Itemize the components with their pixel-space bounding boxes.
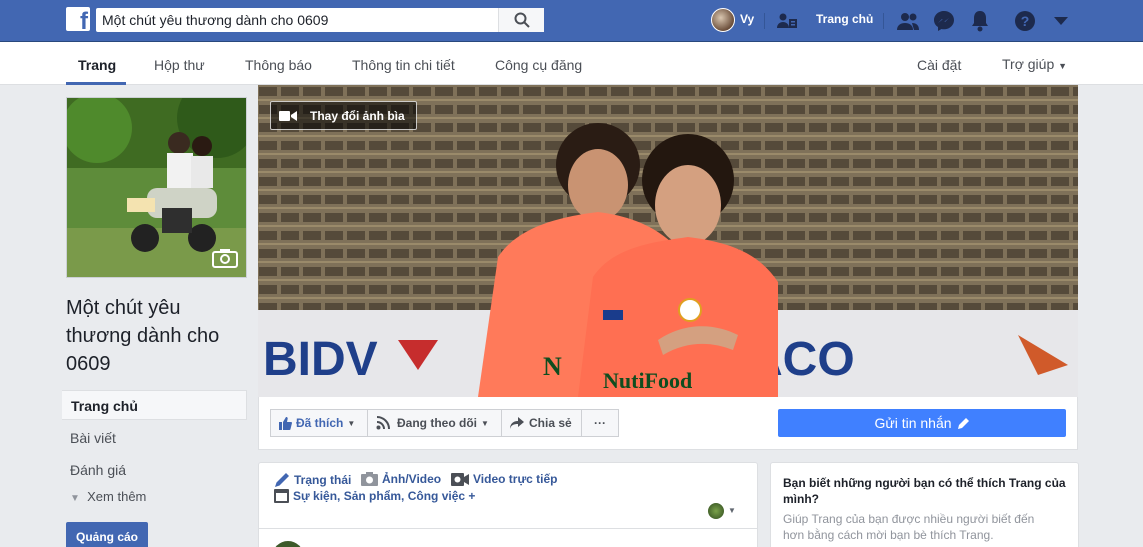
- invite-title: Bạn biết những người bạn có thể thích Tr…: [783, 476, 1066, 506]
- live-video-option[interactable]: Video trực tiếp: [451, 472, 558, 486]
- following-button[interactable]: Đang theo dõi ▼: [367, 409, 502, 437]
- see-more-label: Xem thêm: [87, 489, 147, 504]
- chevron-down-icon: ▼: [347, 418, 356, 428]
- more-post-types-option[interactable]: Sự kiện, Sản phẩm, Công việc +: [274, 488, 475, 503]
- page-title: Một chút yêu thương dành cho 0609: [66, 297, 220, 375]
- change-cover-button[interactable]: Thay đổi ảnh bìa: [270, 101, 417, 130]
- video-camera-icon: [279, 110, 297, 121]
- photo-video-label: Ảnh/Video: [382, 472, 442, 486]
- help-label: Trợ giúp: [1002, 56, 1055, 72]
- see-more-link[interactable]: ▼ Xem thêm: [70, 489, 146, 504]
- liked-label: Đã thích: [296, 416, 344, 430]
- chevron-down-icon: ▼: [1058, 61, 1068, 71]
- ads-button[interactable]: Quảng cáo: [66, 522, 148, 547]
- tab-settings[interactable]: Cài đặt: [917, 57, 961, 73]
- sidebar-item-reviews[interactable]: Đánh giá: [70, 462, 126, 478]
- more-button[interactable]: ···: [581, 409, 619, 437]
- tab-publishing-tools[interactable]: Công cụ đăng: [495, 57, 582, 73]
- photo-video-option[interactable]: Ảnh/Video: [361, 472, 441, 486]
- composer-avatar[interactable]: [708, 503, 724, 519]
- help-icon[interactable]: ?: [1013, 9, 1037, 33]
- camera-icon[interactable]: [212, 248, 238, 273]
- liked-button[interactable]: Đã thích ▼: [270, 409, 368, 437]
- search-input[interactable]: [102, 9, 502, 31]
- share-label: Chia sẻ: [529, 416, 572, 430]
- bidv-sign: BIDV: [263, 333, 378, 386]
- dropdown-arrow-icon[interactable]: [1049, 9, 1073, 33]
- find-friends-icon[interactable]: [775, 9, 799, 33]
- facebook-logo-icon[interactable]: f: [66, 7, 90, 31]
- share-arrow-icon: [510, 417, 524, 429]
- send-message-label: Gửi tin nhắn: [874, 415, 952, 431]
- status-label: Trạng thái: [294, 473, 352, 487]
- tab-page[interactable]: Trang: [78, 57, 116, 73]
- svg-text:?: ?: [1021, 13, 1030, 29]
- camera-icon: [361, 472, 378, 486]
- status-option[interactable]: Trạng thái: [274, 472, 351, 488]
- rss-icon: [376, 416, 390, 430]
- cover-photo-image: BIDV ACO N NutiFood: [258, 85, 1078, 397]
- sidebar-item-posts[interactable]: Bài viết: [70, 430, 116, 446]
- topbar-divider: [764, 13, 765, 29]
- notifications-icon[interactable]: [968, 9, 992, 33]
- search-icon: [514, 12, 530, 28]
- tab-insights[interactable]: Thông tin chi tiết: [352, 57, 455, 73]
- chevron-down-icon: ▼: [481, 418, 489, 428]
- active-tab-indicator: [66, 82, 126, 85]
- shirt-logo-partial: N: [543, 352, 562, 381]
- shirt-logo: NutiFood: [603, 368, 692, 393]
- more-post-types-label: Sự kiện, Sản phẩm, Công việc +: [293, 488, 476, 503]
- friend-requests-icon[interactable]: [896, 9, 920, 33]
- live-video-label: Video trực tiếp: [473, 472, 558, 486]
- search-bar: [96, 8, 544, 32]
- tab-notifications[interactable]: Thông báo: [245, 57, 312, 73]
- pencil-icon: [957, 418, 969, 429]
- following-label: Đang theo dõi: [397, 416, 477, 430]
- chevron-down-icon[interactable]: ▼: [728, 506, 736, 515]
- tab-inbox[interactable]: Hộp thư: [154, 57, 205, 73]
- change-cover-label: Thay đổi ảnh bìa: [310, 108, 405, 123]
- sidebar-item-home[interactable]: Trang chủ: [62, 390, 247, 420]
- pencil-icon: [275, 473, 289, 487]
- calendar-icon: [274, 489, 289, 503]
- home-link[interactable]: Trang chủ: [816, 12, 873, 26]
- send-message-button[interactable]: Gửi tin nhắn: [778, 409, 1066, 437]
- messenger-icon[interactable]: [932, 9, 956, 33]
- thumbs-up-icon: [279, 416, 292, 430]
- cover-photo[interactable]: BIDV ACO N NutiFood: [258, 85, 1078, 397]
- chevron-down-icon: ▼: [70, 493, 80, 504]
- more-dots-icon: ···: [594, 416, 606, 430]
- user-avatar[interactable]: [711, 8, 735, 32]
- share-button[interactable]: Chia sẻ: [501, 409, 582, 437]
- invite-description: Giúp Trang của bạn được nhiều người biết…: [783, 512, 1035, 542]
- composer-divider: [259, 528, 757, 529]
- tab-help[interactable]: Trợ giúp ▼: [1002, 56, 1067, 72]
- video-camera-icon: [451, 472, 469, 486]
- search-button[interactable]: [498, 8, 544, 32]
- profile-picture[interactable]: [66, 97, 247, 278]
- topbar-divider: [883, 13, 884, 29]
- user-name-link[interactable]: Vy: [740, 12, 754, 26]
